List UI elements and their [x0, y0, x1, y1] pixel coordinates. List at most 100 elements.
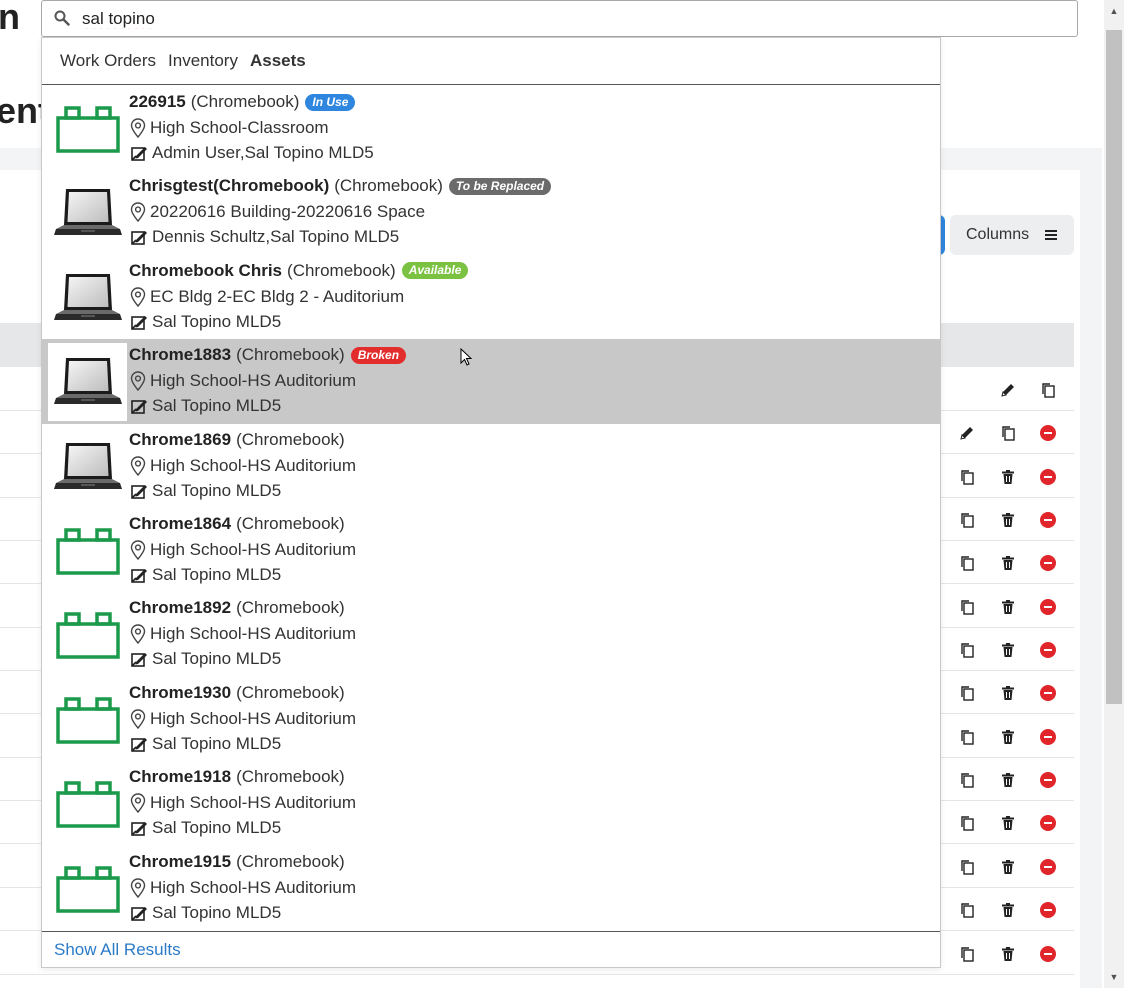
remove-icon[interactable] [1038, 770, 1058, 790]
status-badge: Available [401, 262, 469, 280]
asset-result-item[interactable]: Chrome1892 (Chromebook) High School-HS Aud… [42, 592, 940, 676]
assigned-user-icon [129, 313, 152, 331]
asset-result-item[interactable]: Chromebook Chris (Chromebook) Available EC … [42, 255, 940, 339]
remove-icon[interactable] [1038, 900, 1058, 920]
trash-icon[interactable] [998, 857, 1018, 877]
trash-icon[interactable] [998, 467, 1018, 487]
copy-icon[interactable] [957, 727, 977, 747]
trash-icon[interactable] [998, 553, 1018, 573]
asset-name: Chrome1915 [129, 851, 232, 871]
trash-icon[interactable] [998, 510, 1018, 530]
asset-assigned-users: Sal Topino MLD5 [129, 818, 281, 838]
remove-icon[interactable] [1038, 813, 1058, 833]
status-badge: In Use [305, 93, 356, 111]
status-badge: To be Replaced [448, 177, 552, 195]
edit-icon[interactable] [957, 423, 977, 443]
asset-title: Chromebook Chris (Chromebook) Available [129, 260, 469, 281]
trash-icon[interactable] [998, 683, 1018, 703]
asset-assigned-users: Sal Topino MLD5 [129, 481, 281, 501]
asset-result-item[interactable]: Chrisgtest(Chromebook) (Chromebook) To be … [42, 170, 940, 254]
remove-icon[interactable] [1038, 597, 1058, 617]
copy-icon[interactable] [957, 510, 977, 530]
asset-location: High School-HS Auditorium [129, 624, 356, 645]
copy-icon[interactable] [957, 770, 977, 790]
assigned-users-text: Sal Topino MLD5 [152, 480, 282, 500]
search-icon [54, 10, 70, 26]
copy-icon[interactable] [957, 597, 977, 617]
asset-result-item[interactable]: Chrome1864 (Chromebook) High School-HS Aud… [42, 508, 940, 592]
asset-title: Chrome1915 (Chromebook) [129, 852, 345, 872]
show-all-results-link[interactable]: Show All Results [42, 931, 940, 968]
search-input[interactable] [80, 5, 1060, 33]
menu-lines-icon [1045, 230, 1058, 240]
trash-icon[interactable] [998, 597, 1018, 617]
asset-title: Chrome1930 (Chromebook) [129, 683, 345, 703]
asset-name: 226915 [129, 92, 186, 111]
asset-type: (Chromebook) [287, 260, 396, 280]
tab-work-orders[interactable]: Work Orders [60, 51, 156, 71]
asset-title: Chrome1918 (Chromebook) [129, 767, 345, 787]
copy-icon[interactable] [957, 683, 977, 703]
copy-icon[interactable] [957, 900, 977, 920]
remove-icon[interactable] [1038, 727, 1058, 747]
asset-result-item[interactable]: Chrome1930 (Chromebook) High School-HS Aud… [42, 677, 940, 761]
trash-icon[interactable] [998, 727, 1018, 747]
asset-type: (Chromebook) [236, 767, 345, 787]
copy-icon[interactable] [998, 423, 1018, 443]
asset-title: 226915 (Chromebook) In Use [129, 92, 356, 112]
remove-icon[interactable] [1038, 467, 1058, 487]
copy-icon[interactable] [957, 553, 977, 573]
remove-icon[interactable] [1038, 683, 1058, 703]
copy-icon[interactable] [957, 640, 977, 660]
asset-result-item[interactable]: Chrome1915 (Chromebook) High School-HS Aud… [42, 846, 940, 930]
location-pin-icon [129, 287, 150, 307]
assigned-user-icon [129, 228, 152, 246]
asset-assigned-users: Sal Topino MLD5 [129, 649, 281, 669]
remove-icon[interactable] [1038, 857, 1058, 877]
tab-inventory[interactable]: Inventory [168, 51, 238, 71]
asset-assigned-users: Admin User,Sal Topino MLD5 [129, 143, 374, 163]
assigned-users-text: Sal Topino MLD5 [152, 311, 282, 331]
scrollbar-thumb[interactable] [1106, 30, 1122, 704]
asset-location: High School-HS Auditorium [129, 540, 356, 560]
trash-icon[interactable] [998, 944, 1018, 964]
copy-icon[interactable] [957, 467, 977, 487]
assigned-user-icon [129, 819, 152, 837]
global-search-box[interactable] [41, 0, 1078, 37]
location-pin-icon [129, 118, 150, 138]
copy-icon[interactable] [957, 813, 977, 833]
remove-icon[interactable] [1038, 510, 1058, 530]
tab-assets[interactable]: Assets [250, 51, 306, 71]
asset-location: High School-HS Auditorium [129, 793, 356, 814]
copy-icon[interactable] [1038, 380, 1058, 400]
remove-icon[interactable] [1038, 944, 1058, 964]
asset-result-item[interactable]: 226915 (Chromebook) In Use High School-Clas… [42, 86, 940, 170]
asset-name: Chrome1883 [129, 345, 232, 365]
edit-icon[interactable] [998, 380, 1018, 400]
location-pin-icon [129, 455, 150, 476]
asset-type: (Chromebook) [236, 682, 345, 702]
location-pin-icon [129, 371, 150, 392]
asset-result-item[interactable]: Chrome1918 (Chromebook) High School-HS Aud… [42, 761, 940, 845]
location-text: High School-HS Auditorium [150, 539, 356, 559]
asset-location: High School-Classroom [129, 118, 329, 138]
location-text: High School-HS Auditorium [150, 371, 356, 391]
trash-icon[interactable] [998, 770, 1018, 790]
trash-icon[interactable] [998, 813, 1018, 833]
copy-icon[interactable] [957, 857, 977, 877]
remove-icon[interactable] [1038, 423, 1058, 443]
trash-icon[interactable] [998, 640, 1018, 660]
asset-result-item[interactable]: Chrome1869 (Chromebook) High School-HS Aud… [42, 424, 940, 508]
remove-icon[interactable] [1038, 640, 1058, 660]
scroll-up-arrow-icon[interactable]: ▲ [1106, 4, 1122, 18]
assigned-users-text: Admin User,Sal Topino MLD5 [152, 143, 374, 162]
trash-icon[interactable] [998, 900, 1018, 920]
assigned-user-icon [129, 904, 152, 922]
copy-icon[interactable] [957, 944, 977, 964]
asset-location: High School-HS Auditorium [129, 878, 356, 898]
columns-button[interactable]: Columns [950, 215, 1074, 255]
remove-icon[interactable] [1038, 553, 1058, 573]
scroll-down-arrow-icon[interactable]: ▼ [1106, 970, 1122, 984]
asset-assigned-users: Dennis Schultz,Sal Topino MLD5 [129, 227, 399, 247]
asset-result-item[interactable]: Chrome1883 (Chromebook) Broken High School-… [42, 339, 940, 424]
